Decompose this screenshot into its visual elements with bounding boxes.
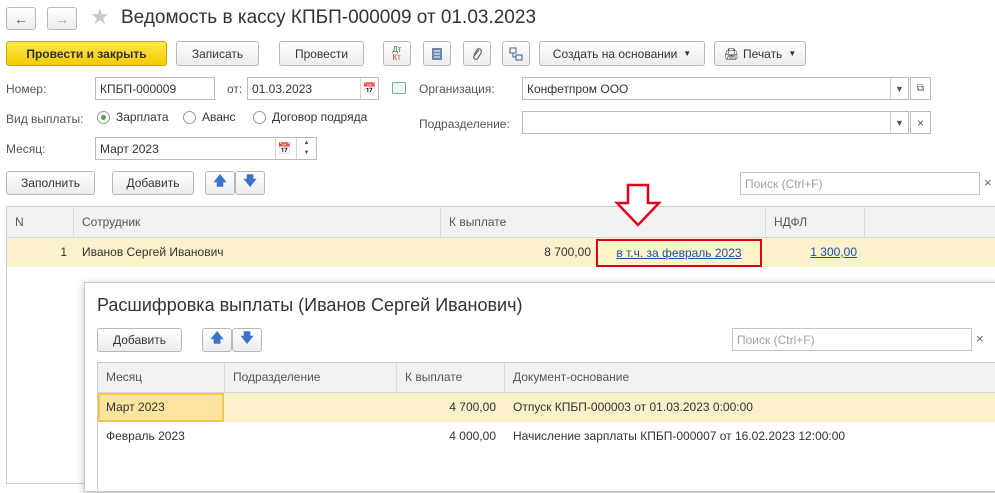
dept-label: Подразделение: [419,117,510,131]
table-row[interactable]: 1 Иванов Сергей Иванович 8 700,00 в т.ч.… [7,238,995,267]
column-header-month[interactable]: Месяц [98,363,225,392]
date-label: от: [227,82,243,96]
dept-clear-button[interactable]: × [910,111,931,134]
arrow-down-icon: 🡇 [240,330,254,345]
org-field[interactable]: Конфетпром ООО [522,77,909,100]
attach-button[interactable] [463,41,491,66]
popup-move-up-button[interactable]: 🡅 [202,328,232,352]
paytype-label: Вид выплаты: [6,112,84,126]
row-document: Начисление зарплаты КПБП-000007 от 16.02… [513,429,846,443]
row-amount: 8 700,00 [544,245,591,259]
dept-dropdown-icon[interactable]: ▼ [890,112,908,133]
radio-icon [183,110,196,124]
radio-salary[interactable]: Зарплата [97,110,169,124]
radio-icon [97,110,110,124]
number-field[interactable]: КПБП-000009 [95,77,215,100]
printer-icon: 🖨 [723,46,739,61]
column-header-amount[interactable]: К выплате [441,207,766,237]
payment-breakdown-popup: Расшифровка выплаты (Иванов Сергей Ивано… [84,282,995,493]
radio-advance[interactable]: Аванс [183,110,236,124]
row-month: Март 2023 [106,400,165,414]
star-icon[interactable]: ★ [90,4,110,30]
forward-button[interactable]: → [47,7,77,30]
month-spinner[interactable]: ▲ ▼ [296,138,316,159]
popup-search-input[interactable]: Поиск (Ctrl+F) [732,328,972,351]
org-open-button[interactable]: ⧉ [910,77,931,100]
row-month: Февраль 2023 [106,429,185,443]
chevron-down-icon: ▼ [788,49,797,58]
move-up-button[interactable]: 🡅 [205,171,235,195]
arrow-up-icon: 🡅 [210,330,224,345]
calendar-icon[interactable]: 📅 [275,138,293,159]
popup-add-button[interactable]: Добавить [97,328,182,352]
move-down-button[interactable]: 🡇 [235,171,265,195]
column-header-amount[interactable]: К выплате [397,363,505,392]
popup-search-clear-icon[interactable]: × [976,331,984,346]
column-header-ndfl[interactable]: НДФЛ [766,207,865,237]
radio-contract[interactable]: Договор подряда [253,110,367,124]
fill-button[interactable]: Заполнить [6,171,95,195]
column-header-document[interactable]: Документ-основание [505,363,995,392]
org-dropdown-icon[interactable]: ▼ [890,78,908,99]
search-input[interactable]: Поиск (Ctrl+F) [740,172,980,195]
post-and-close-button[interactable]: Провести и закрыть [6,41,167,66]
table-header: N Сотрудник К выплате НДФЛ [7,207,995,238]
structure-button[interactable] [502,41,530,66]
popup-title: Расшифровка выплаты (Иванов Сергей Ивано… [97,295,523,315]
table-row[interactable]: Март 2023 4 700,00 Отпуск КПБП-000003 от… [98,393,995,422]
popup-table: Месяц Подразделение К выплате Документ-о… [97,362,995,493]
paperclip-icon [473,47,482,60]
dt-kt-icon: Дт Кт [392,44,402,62]
search-clear-icon[interactable]: × [984,175,992,190]
february-link[interactable]: в т.ч. за февраль 2023 [596,239,762,267]
arrow-down-icon: 🡇 [243,173,257,188]
row-document: Отпуск КПБП-000003 от 01.03.2023 0:00:00 [513,400,753,414]
radio-icon [253,110,266,124]
add-button[interactable]: Добавить [112,171,194,195]
back-button[interactable]: ← [6,7,36,30]
red-arrow-annotation [614,183,662,227]
column-header-n[interactable]: N [7,207,74,237]
row-amount: 4 700,00 [449,400,496,414]
arrow-right-icon: → [55,10,69,27]
month-label: Месяц: [6,142,46,156]
org-label: Организация: [419,82,495,96]
number-label: Номер: [6,82,47,96]
page-title: Ведомость в кассу КПБП-000009 от 01.03.2… [121,7,537,28]
popup-move-down-button[interactable]: 🡇 [232,328,262,352]
popup-table-header: Месяц Подразделение К выплате Документ-о… [98,363,995,393]
dt-kt-button[interactable]: Дт Кт [383,41,411,66]
arrow-left-icon: ← [14,10,28,27]
chevron-down-icon: ▼ [683,49,692,58]
calendar-icon[interactable]: 📅 [360,78,378,99]
row-amount: 4 000,00 [449,429,496,443]
table-row[interactable]: Февраль 2023 4 000,00 Начисление зарплат… [98,422,995,451]
document-arrow-icon[interactable] [392,82,406,94]
post-button[interactable]: Провести [279,41,364,66]
row-employee: Иванов Сергей Иванович [82,245,224,259]
create-based-on-button[interactable]: Создать на основании ▼ [539,41,705,66]
row-number: 1 [60,245,67,259]
save-button[interactable]: Записать [176,41,259,66]
column-header-department[interactable]: Подразделение [225,363,397,392]
list-button[interactable] [423,41,451,66]
structure-icon [509,47,523,60]
dept-field[interactable] [522,111,909,134]
column-header-employee[interactable]: Сотрудник [74,207,441,237]
row-ndfl[interactable]: 1 300,00 [766,238,857,266]
list-icon [432,47,442,60]
arrow-up-icon: 🡅 [213,173,227,188]
print-button[interactable]: 🖨 Печать ▼ [714,41,806,66]
